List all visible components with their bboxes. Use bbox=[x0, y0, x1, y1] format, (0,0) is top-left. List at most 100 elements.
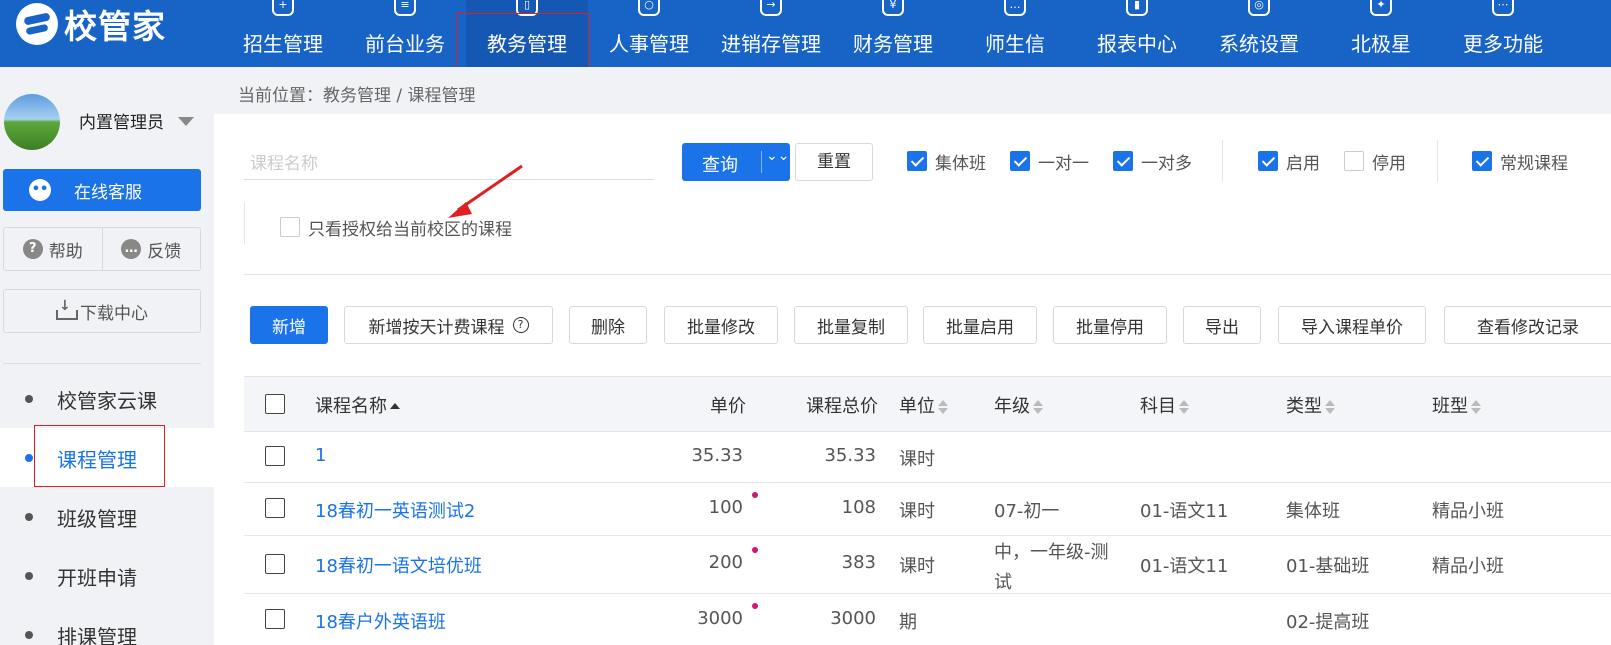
row-checkbox[interactable] bbox=[265, 554, 285, 574]
filter-divider bbox=[1222, 140, 1223, 182]
checkbox-unchecked-icon[interactable] bbox=[280, 217, 300, 237]
table-row[interactable]: 18春户外英语班 3000 3000 期 02-提高班 bbox=[244, 594, 1611, 645]
batch-disable-button[interactable]: 批量停用 bbox=[1053, 306, 1167, 344]
logo-icon bbox=[16, 3, 58, 45]
bullet-icon bbox=[25, 631, 33, 639]
desk-icon: ≡ bbox=[394, 0, 416, 16]
sort-icon[interactable] bbox=[1471, 399, 1481, 415]
app-logo[interactable]: 校管家 bbox=[16, 2, 166, 46]
export-button[interactable]: 导出 bbox=[1183, 306, 1261, 344]
select-all-checkbox[interactable] bbox=[265, 394, 285, 414]
breadcrumb: 当前位置：教务管理 / 课程管理 bbox=[214, 67, 1611, 114]
checkbox-checked-icon[interactable] bbox=[1258, 151, 1278, 171]
nav-item-reports[interactable]: ▮ 报表中心 bbox=[1076, 0, 1198, 67]
batch-copy-button[interactable]: 批量复制 bbox=[794, 306, 908, 344]
filter-divider bbox=[244, 202, 245, 244]
star-icon: ✦ bbox=[1370, 0, 1392, 16]
nav-item-settings[interactable]: ◎ 系统设置 bbox=[1198, 0, 1320, 67]
course-name-link[interactable]: 1 bbox=[315, 445, 326, 466]
batch-edit-button[interactable]: 批量修改 bbox=[664, 306, 778, 344]
cell-type: 02-提高班 bbox=[1286, 612, 1370, 633]
course-name-link[interactable]: 18春户外英语班 bbox=[315, 608, 446, 634]
avatar[interactable] bbox=[4, 94, 60, 150]
nav-item-more[interactable]: ⋯ 更多功能 bbox=[1442, 0, 1564, 67]
sort-icon[interactable] bbox=[1325, 399, 1335, 415]
checkbox-unchecked-icon[interactable] bbox=[1344, 151, 1364, 171]
nav-label: 进销存管理 bbox=[721, 32, 821, 56]
nav-item-academic[interactable]: ▯ 教务管理 bbox=[456, 0, 589, 73]
help-button[interactable]: ? 帮助 bbox=[4, 228, 102, 270]
column-header-class-type[interactable]: 班型 bbox=[1432, 392, 1481, 418]
column-header-subject[interactable]: 科目 bbox=[1140, 392, 1189, 418]
price-flag-dot bbox=[752, 547, 758, 553]
filter-collective-class[interactable]: 集体班 bbox=[907, 150, 986, 174]
nav-item-front-desk[interactable]: ≡ 前台业务 bbox=[344, 0, 466, 67]
table-row[interactable]: 1 35.33 35.33 课时 bbox=[244, 432, 1611, 483]
delete-button[interactable]: 删除 bbox=[569, 306, 647, 344]
sidebar-item-scheduling[interactable]: 排课管理 bbox=[0, 605, 214, 645]
nav-item-inventory[interactable]: → 进销存管理 bbox=[710, 0, 832, 67]
row-checkbox[interactable] bbox=[265, 498, 285, 518]
sidebar-item-label: 校管家云课 bbox=[57, 389, 157, 413]
download-center-button[interactable]: 下载中心 bbox=[3, 289, 201, 333]
column-header-unit[interactable]: 单位 bbox=[899, 392, 948, 418]
nav-item-hr[interactable]: ○ 人事管理 bbox=[588, 0, 710, 67]
nav-label: 招生管理 bbox=[243, 32, 323, 56]
filter-one-to-one[interactable]: 一对一 bbox=[1010, 150, 1089, 174]
nav-item-messages[interactable]: … 师生信 bbox=[954, 0, 1076, 67]
row-checkbox[interactable] bbox=[265, 609, 285, 629]
sidebar-item-course-management[interactable]: 课程管理 bbox=[0, 425, 214, 487]
cell-price: 35.33 bbox=[691, 445, 743, 466]
query-button[interactable]: 查询 ⌄⌄ bbox=[682, 143, 790, 181]
sort-icon[interactable] bbox=[938, 399, 948, 415]
column-header-name[interactable]: 课程名称 bbox=[315, 392, 400, 418]
nav-item-enrollment[interactable]: + 招生管理 bbox=[222, 0, 344, 67]
annotation-arrow-icon bbox=[448, 164, 523, 218]
table-row[interactable]: 18春初一英语测试2 100 108 课时 07-初一 01-语文11 集体班 … bbox=[244, 483, 1611, 536]
online-service-button[interactable]: •• 在线客服 bbox=[3, 169, 201, 211]
cell-class-type: 精品小班 bbox=[1432, 501, 1504, 522]
settings-icon: ◎ bbox=[1248, 0, 1270, 16]
cell-unit: 课时 bbox=[899, 449, 935, 470]
filter-one-to-many[interactable]: 一对多 bbox=[1113, 150, 1192, 174]
cell-grade: 07-初一 bbox=[994, 501, 1060, 522]
double-chevron-down-icon[interactable]: ⌄⌄ bbox=[766, 148, 789, 164]
column-header-grade[interactable]: 年级 bbox=[994, 392, 1043, 418]
checkbox-checked-icon[interactable] bbox=[1472, 151, 1492, 171]
batch-enable-button[interactable]: 批量启用 bbox=[923, 306, 1037, 344]
filter-enabled[interactable]: 启用 bbox=[1258, 150, 1320, 174]
reset-button[interactable]: 重置 bbox=[795, 143, 873, 181]
import-price-button[interactable]: 导入课程单价 bbox=[1278, 306, 1426, 344]
checkbox-checked-icon[interactable] bbox=[907, 151, 927, 171]
view-history-button[interactable]: 查看修改记录 bbox=[1444, 306, 1611, 344]
feedback-button[interactable]: … 反馈 bbox=[101, 228, 201, 270]
sort-icon[interactable] bbox=[1033, 399, 1043, 415]
nav-item-finance[interactable]: ¥ 财务管理 bbox=[832, 0, 954, 67]
sort-icon[interactable] bbox=[1179, 399, 1189, 415]
filter-disabled[interactable]: 停用 bbox=[1344, 150, 1406, 174]
sidebar-item-label: 排课管理 bbox=[57, 625, 137, 645]
checkbox-checked-icon[interactable] bbox=[1113, 151, 1133, 171]
checkbox-label: 常规课程 bbox=[1500, 153, 1568, 174]
sidebar-divider bbox=[3, 363, 201, 364]
sidebar-item-cloud-course[interactable]: 校管家云课 bbox=[0, 369, 214, 428]
sidebar-item-class-application[interactable]: 开班申请 bbox=[0, 546, 214, 605]
header-label: 班型 bbox=[1432, 396, 1468, 417]
row-checkbox[interactable] bbox=[265, 446, 285, 466]
column-header-type[interactable]: 类型 bbox=[1286, 392, 1335, 418]
question-circle-icon[interactable]: ? bbox=[512, 317, 529, 333]
caret-down-icon[interactable] bbox=[178, 117, 194, 126]
cell-total: 3000 bbox=[830, 608, 876, 629]
checkbox-checked-icon[interactable] bbox=[1010, 151, 1030, 171]
add-button[interactable]: 新增 bbox=[250, 306, 328, 344]
course-name-link[interactable]: 18春初一英语测试2 bbox=[315, 497, 475, 523]
user-name[interactable]: 内置管理员 bbox=[79, 108, 164, 133]
course-name-link[interactable]: 18春初一语文培优班 bbox=[315, 552, 482, 578]
nav-item-polaris[interactable]: ✦ 北极星 bbox=[1320, 0, 1442, 67]
sidebar-item-class-management[interactable]: 班级管理 bbox=[0, 487, 214, 546]
sort-asc-icon[interactable] bbox=[390, 399, 400, 415]
table-row[interactable]: 18春初一语文培优班 200 383 课时 中，一年级-测 试 01-语文11 … bbox=[244, 536, 1611, 594]
filter-regular-course[interactable]: 常规课程 bbox=[1472, 150, 1568, 174]
user-add-icon: + bbox=[272, 0, 294, 16]
add-daily-course-button[interactable]: 新增按天计费课程 ? bbox=[344, 306, 553, 344]
